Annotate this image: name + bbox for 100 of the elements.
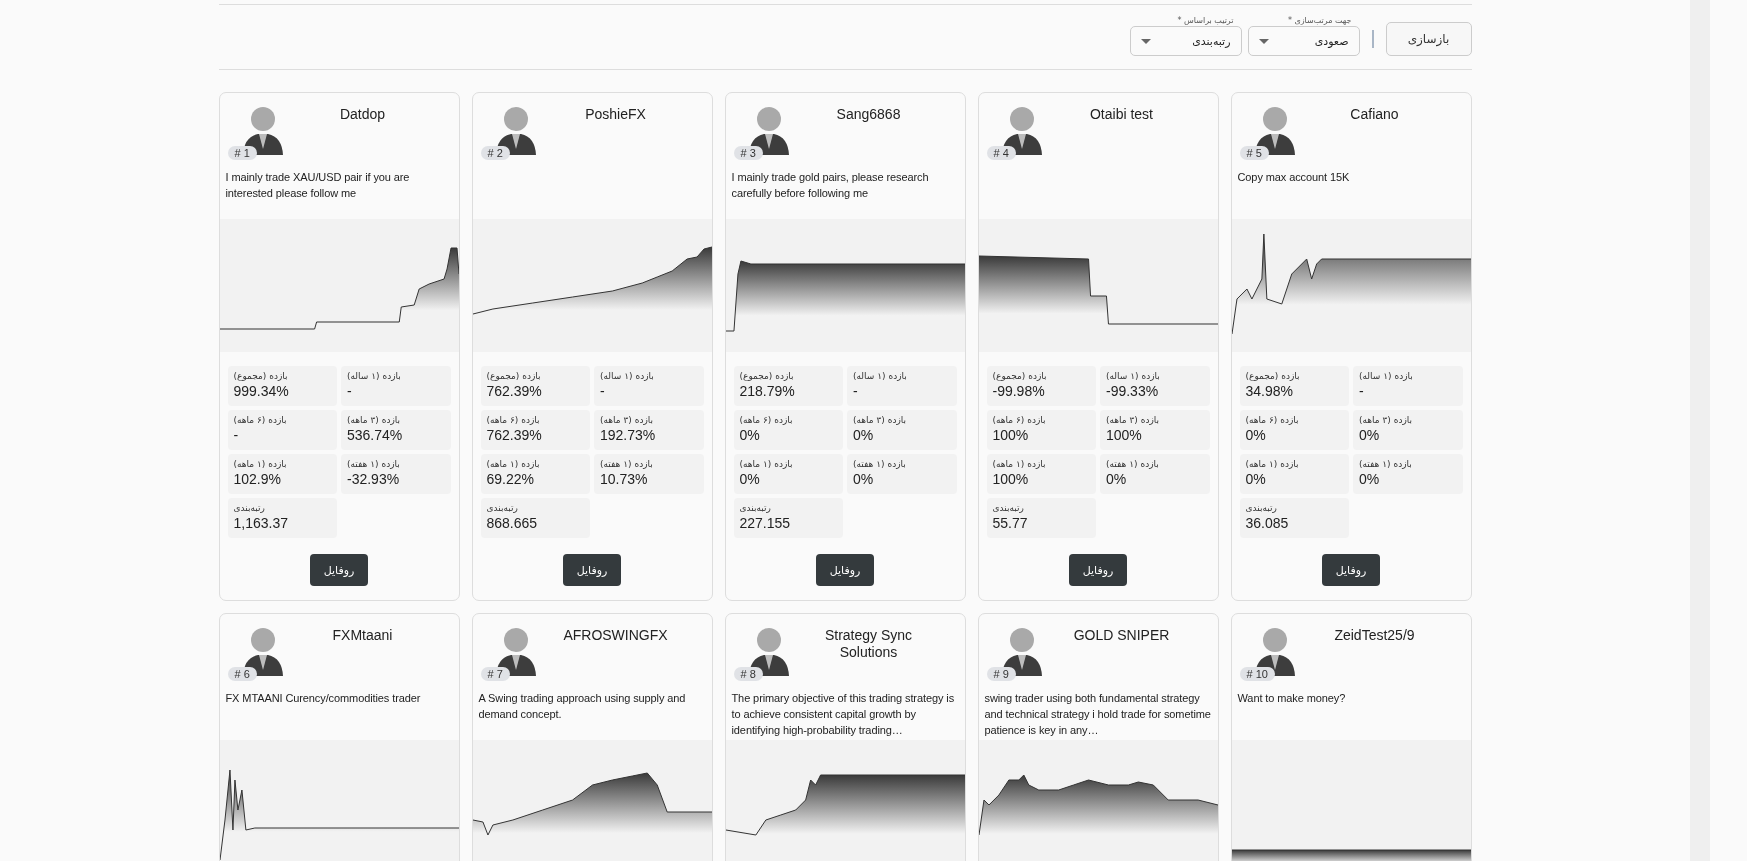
stat-value: -	[853, 382, 858, 400]
trader-description: FX MTAANI Curency/commodities trader	[225, 692, 421, 704]
stat-label: بازده (۱ ساله)	[1106, 370, 1160, 382]
stat-value: 100%	[992, 426, 1029, 444]
stat-value: 0%	[1245, 426, 1266, 444]
trader-description: Want to make money?	[1237, 692, 1346, 704]
stat-label: بازده (۱ هفته)	[853, 458, 906, 470]
rebuild-button[interactable]: بازسازی	[1385, 22, 1472, 56]
rank-badge: # 10	[1239, 667, 1275, 681]
stat-value: 69.22%	[486, 470, 534, 488]
stat-value: 0%	[1359, 426, 1380, 444]
trader-name: Strategy Sync Solutions	[823, 626, 914, 662]
trader-name: ZeidTest25/9	[1333, 626, 1416, 645]
stat-value: 0%	[853, 426, 874, 444]
stat-label: رتبه‌بندی	[486, 502, 518, 514]
stat-value: 536.74%	[347, 426, 403, 444]
stat-label: بازده (۱ هفته)	[1106, 458, 1159, 470]
stat-value: 999.34%	[233, 382, 289, 400]
profile-button[interactable]: روفایل	[1322, 554, 1380, 586]
stat-label: بازده (۳ ماهه)	[853, 414, 907, 426]
caret-icon	[1258, 38, 1269, 44]
stat-value: 762.39%	[486, 426, 542, 444]
stat-label: بازده (۱ هفته)	[600, 458, 653, 470]
sort-select[interactable]: رتبه‌بندی	[1129, 26, 1242, 56]
trader-description: Copy max account 15K	[1237, 171, 1350, 183]
stat-label: بازده (۶ ماهه)	[1245, 414, 1299, 426]
trader-description: swing trader using both fundamental strategy and technical strategy i hold trade for sometime patience is key in any…	[984, 692, 1211, 736]
stat-label: بازده (۶ ماهه)	[739, 414, 793, 426]
stat-value: -32.93%	[347, 470, 400, 488]
stat-value: 0%	[853, 470, 874, 488]
stat-label: بازده (۱ هفته)	[1359, 458, 1412, 470]
stat-value: 0%	[1359, 470, 1380, 488]
stat-value: -99.98%	[992, 382, 1045, 400]
profile-button[interactable]: روفایل	[816, 554, 874, 586]
stat-value: -	[347, 382, 352, 400]
stat-label: بازده (۳ ماهه)	[1359, 414, 1413, 426]
rank-badge: # 9	[986, 667, 1016, 681]
stat-value: -99.33%	[1106, 382, 1159, 400]
stat-value: -	[233, 426, 239, 444]
stat-label: بازده (۶ ماهه)	[992, 414, 1046, 426]
stat-value: 0%	[739, 426, 760, 444]
stat-label: رتبه‌بندی	[1245, 502, 1277, 514]
rank-badge: # 1	[227, 146, 257, 160]
rank-badge: # 3	[733, 146, 763, 160]
stat-value: -	[600, 382, 605, 400]
rank-badge: # 5	[1239, 146, 1269, 160]
stat-label: رتبه‌بندی	[739, 502, 771, 514]
stat-label: رتبه‌بندی	[233, 502, 265, 514]
stat-label: بازده (۱ ماهه)	[992, 458, 1046, 470]
rank-badge: # 4	[986, 146, 1016, 160]
stat-label: بازده (۱ ساله)	[853, 370, 907, 382]
trader-description: I mainly trade gold pairs, please research carefully before following me	[731, 171, 929, 199]
profile-button[interactable]: روفایل	[310, 554, 368, 586]
stat-label: بازده (مجموع)	[992, 370, 1047, 382]
stat-label: بازده (۱ ماهه)	[486, 458, 540, 470]
rank-badge: # 2	[480, 146, 510, 160]
stat-value: 762.39%	[486, 382, 542, 400]
profile-button[interactable]: روفایل	[1069, 554, 1127, 586]
stat-value: 192.73%	[600, 426, 656, 444]
profile-button[interactable]: روفایل	[563, 554, 621, 586]
stat-value: 10.73%	[600, 470, 648, 488]
stat-label: بازده (۶ ماهه)	[486, 414, 540, 426]
trader-name: Sang6868	[835, 105, 902, 124]
trader-name: Otaibi test	[1089, 105, 1154, 124]
trader-name: FXMtaani	[331, 626, 394, 645]
trader-name: Datdop	[338, 105, 387, 124]
trader-description: A Swing trading approach using supply and demand concept.	[478, 692, 686, 720]
stat-label: بازده (۱ ساله)	[1359, 370, 1413, 382]
stat-value: 100%	[992, 470, 1029, 488]
stat-label: بازده (۱ هفته)	[347, 458, 400, 470]
rank-badge: # 7	[480, 667, 510, 681]
stat-label: بازده (مجموع)	[739, 370, 794, 382]
stat-label: بازده (مجموع)	[1245, 370, 1300, 382]
trader-description: The primary objective of this trading strategy is to achieve consistent capital growth by identifying high-probability trading…	[731, 692, 955, 736]
trader-description: I mainly trade XAU/USD pair if you are interested please follow me	[225, 171, 410, 199]
stat-value: 100%	[1106, 426, 1142, 444]
stat-label: بازده (۳ ماهه)	[347, 414, 401, 426]
stat-value: 0%	[739, 470, 760, 488]
trader-name: GOLD SNIPER	[1072, 626, 1171, 645]
stat-label: بازده (۱ ماهه)	[1245, 458, 1299, 470]
stat-label: بازده (۱ ماهه)	[739, 458, 793, 470]
rank-badge: # 8	[733, 667, 763, 681]
stat-value: 102.9%	[233, 470, 281, 488]
stat-value: 218.79%	[739, 382, 795, 400]
stat-label: بازده (مجموع)	[486, 370, 541, 382]
stat-value: 36.085	[1245, 514, 1289, 532]
stat-value: 0%	[1106, 470, 1127, 488]
stat-label: بازده (۶ ماهه)	[233, 414, 287, 426]
stat-label: بازده (۱ ساله)	[347, 370, 401, 382]
stat-value: -	[1359, 382, 1364, 400]
sort-select[interactable]: صعودی	[1247, 26, 1360, 56]
trader-name: Cafiano	[1349, 105, 1400, 124]
stat-value: 55.77	[992, 514, 1028, 532]
stat-label: بازده (۱ ساله)	[600, 370, 654, 382]
rank-badge: # 6	[227, 667, 257, 681]
stat-value: 0%	[1245, 470, 1266, 488]
stat-label: بازده (۱ ماهه)	[233, 458, 287, 470]
stat-value: 227.155	[739, 514, 791, 532]
stat-label: بازده (مجموع)	[233, 370, 288, 382]
select-label: ترتیب براساس *	[1176, 15, 1235, 26]
